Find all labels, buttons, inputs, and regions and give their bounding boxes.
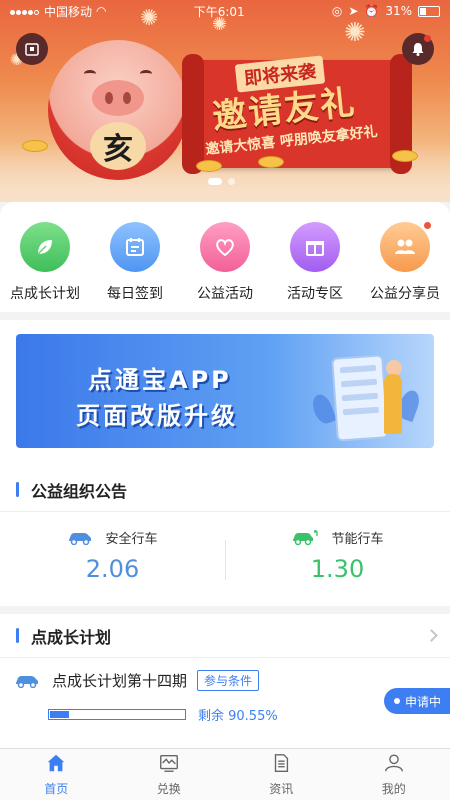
status-bar: 中国移动 ◠ 下午6:01 ◎ ➤ ⏰ 31% bbox=[0, 0, 450, 22]
tab-label: 兑换 bbox=[156, 782, 181, 796]
coin-decoration bbox=[196, 160, 222, 172]
eco-driving-value: 1.30 bbox=[310, 555, 365, 583]
pig-eye bbox=[84, 70, 96, 78]
lock-rotation-icon: ◎ bbox=[331, 4, 343, 18]
quick-menu-item[interactable]: 每日签到 bbox=[92, 222, 178, 312]
notice-title: 公益组织公告 bbox=[31, 481, 128, 501]
coin-decoration bbox=[392, 150, 418, 162]
tab-exchange[interactable]: 兑换 bbox=[113, 749, 226, 800]
heart-icon bbox=[200, 222, 250, 272]
tab-label: 首页 bbox=[44, 782, 69, 796]
promo-line-2: 页面改版升级 bbox=[76, 402, 238, 430]
plan-item-name: 点成长计划第十四期 bbox=[52, 672, 188, 690]
tab-document[interactable]: 资讯 bbox=[225, 749, 338, 800]
quick-menu: 点成长计划 每日签到 公益活动 活动专区 公益分享员 bbox=[0, 202, 450, 312]
section-marker bbox=[16, 628, 19, 643]
driving-stats: 安全行车 2.06 节能行车 1.30 bbox=[0, 512, 450, 606]
tab-label: 资讯 bbox=[269, 782, 294, 796]
tab-home[interactable]: 首页 bbox=[0, 749, 113, 800]
growth-plan-section: 点成长计划 点成长计划第十四期 参与条件 申请中 剩余 90.55% bbox=[0, 614, 450, 748]
safe-driving-label: 安全行车 bbox=[105, 532, 158, 547]
plan-progress: 剩余 90.55% bbox=[0, 691, 450, 724]
progress-bar bbox=[48, 709, 186, 720]
safe-driving-value: 2.06 bbox=[85, 555, 140, 583]
app-upgrade-banner[interactable]: 点通宝APP 页面改版升级 bbox=[16, 334, 434, 448]
tab-label: 我的 bbox=[381, 782, 406, 796]
wifi-icon: ◠ bbox=[96, 4, 107, 18]
apply-status-button[interactable]: 申请中 bbox=[384, 688, 450, 714]
battery-percent: 31% bbox=[385, 4, 412, 18]
calendar-icon bbox=[110, 222, 160, 272]
coin-decoration bbox=[22, 140, 48, 152]
home-screen: ✺ ✺ ✺ ✺ 亥 即将来袭 邀请友礼 邀请大惊喜 呼朋唤友拿好礼 中国移动 ◠… bbox=[0, 0, 450, 800]
quick-menu-item[interactable]: 活动专区 bbox=[272, 222, 358, 312]
electric-car-icon bbox=[293, 529, 319, 545]
profile-icon bbox=[383, 752, 405, 777]
quick-menu-item[interactable]: 点成长计划 bbox=[2, 222, 88, 312]
users-icon bbox=[380, 222, 431, 272]
plan-title: 点成长计划 bbox=[31, 627, 112, 647]
pager-dot[interactable] bbox=[208, 178, 222, 185]
promo-section: 点通宝APP 页面改版升级 bbox=[0, 320, 450, 468]
exchange-icon bbox=[158, 752, 180, 777]
notice-header: 公益组织公告 bbox=[0, 468, 450, 512]
safe-driving-stat[interactable]: 安全行车 2.06 bbox=[0, 512, 225, 606]
status-dot-icon bbox=[394, 698, 400, 704]
stats-divider bbox=[225, 540, 226, 580]
plan-header[interactable]: 点成长计划 bbox=[0, 614, 450, 658]
invite-banner[interactable]: ✺ ✺ ✺ ✺ 亥 即将来袭 邀请友礼 邀请大惊喜 呼朋唤友拿好礼 bbox=[0, 0, 450, 202]
participation-conditions-tag[interactable]: 参与条件 bbox=[197, 670, 260, 691]
chevron-right-icon[interactable] bbox=[425, 629, 438, 642]
eco-driving-stat[interactable]: 节能行车 1.30 bbox=[225, 512, 450, 606]
section-marker bbox=[16, 482, 19, 497]
notification-badge bbox=[424, 35, 431, 42]
apply-status-label: 申请中 bbox=[405, 694, 442, 709]
leaf-icon bbox=[20, 222, 70, 272]
coin-decoration bbox=[258, 156, 284, 168]
document-icon bbox=[270, 752, 292, 777]
firework-decoration: ✺ bbox=[344, 18, 366, 48]
gift-box-button[interactable] bbox=[16, 33, 48, 65]
quick-menu-item[interactable]: 公益分享员 bbox=[362, 222, 448, 312]
carrier-label: 中国移动 bbox=[44, 4, 93, 19]
plan-item[interactable]: 点成长计划第十四期 参与条件 bbox=[0, 658, 450, 691]
gift-box-icon bbox=[25, 43, 39, 56]
pig-belly-char: 亥 bbox=[90, 122, 146, 170]
quick-menu-label: 公益分享员 bbox=[370, 286, 440, 302]
gift-icon bbox=[290, 222, 340, 272]
quick-menu-label: 点成长计划 bbox=[10, 286, 80, 302]
home-icon bbox=[45, 752, 67, 777]
notification-button[interactable] bbox=[402, 33, 434, 65]
alarm-icon: ⏰ bbox=[364, 4, 380, 18]
person-illustration bbox=[384, 374, 402, 434]
leaf-decoration bbox=[309, 391, 337, 427]
phone-illustration bbox=[331, 354, 389, 442]
quick-menu-item[interactable]: 公益活动 bbox=[182, 222, 268, 312]
battery-icon bbox=[418, 5, 440, 17]
quick-menu-label: 每日签到 bbox=[107, 286, 163, 302]
signal-icon bbox=[10, 4, 40, 18]
clock: 下午6:01 bbox=[193, 4, 245, 19]
promo-line-1: 点通宝APP bbox=[88, 366, 232, 394]
location-icon: ➤ bbox=[348, 4, 359, 18]
tab-profile[interactable]: 我的 bbox=[338, 749, 450, 800]
car-icon bbox=[69, 532, 92, 545]
pig-snout bbox=[92, 80, 144, 116]
progress-fill bbox=[50, 711, 69, 718]
remaining-label: 剩余 90.55% bbox=[198, 709, 278, 724]
quick-menu-label: 公益活动 bbox=[197, 286, 253, 302]
tab-bar: 首页 兑换 资讯 我的 bbox=[0, 748, 450, 800]
public-welfare-notice: 公益组织公告 安全行车 2.06 节能行车 1.30 bbox=[0, 468, 450, 606]
bell-icon bbox=[412, 43, 424, 56]
pig-eye bbox=[140, 70, 152, 78]
pig-mascot: 亥 bbox=[48, 40, 188, 180]
quick-menu-label: 活动专区 bbox=[287, 286, 343, 302]
banner-pager[interactable] bbox=[208, 178, 235, 185]
car-icon bbox=[16, 675, 38, 688]
eco-driving-label: 节能行车 bbox=[331, 532, 384, 547]
new-badge bbox=[424, 222, 431, 229]
pager-dot[interactable] bbox=[228, 178, 235, 185]
